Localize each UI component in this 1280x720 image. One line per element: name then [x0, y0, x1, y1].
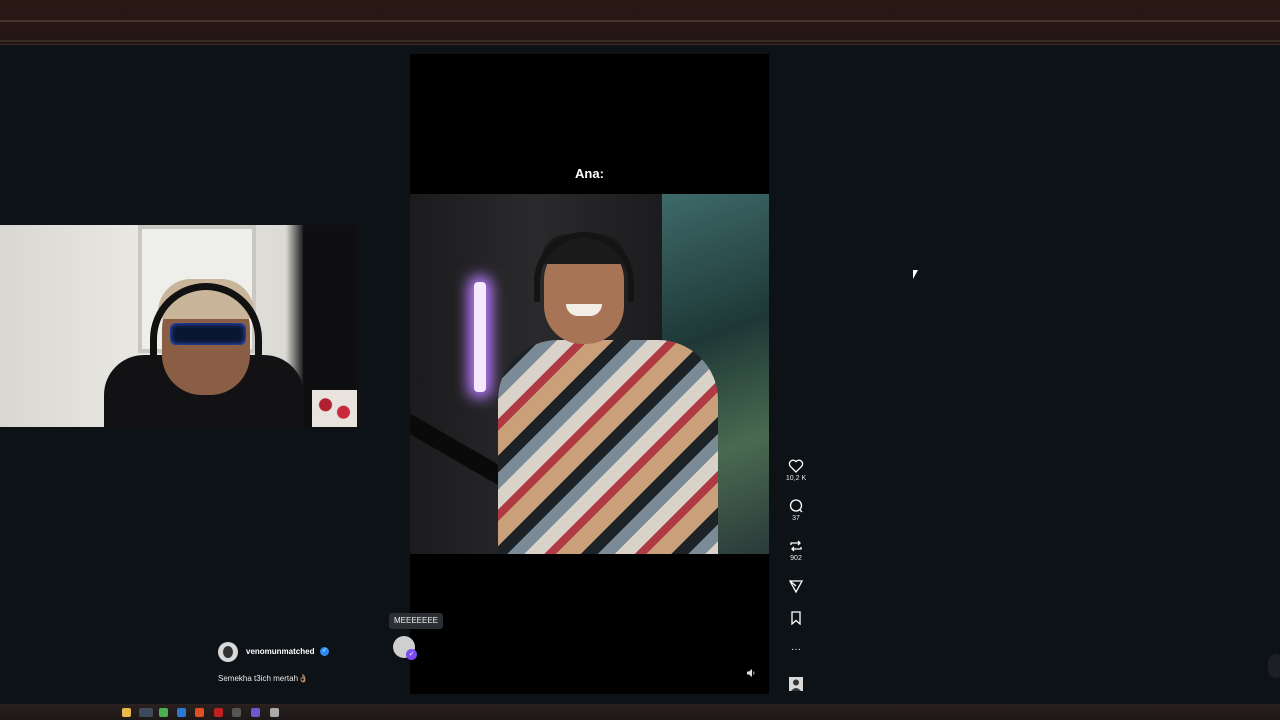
firefox-icon[interactable]: [195, 708, 204, 717]
badge-icon: ✓: [406, 649, 417, 660]
send-icon: [788, 580, 804, 594]
obs-icon[interactable]: [232, 708, 241, 717]
neon-light: [474, 282, 486, 392]
mouse-cursor-icon: [913, 270, 918, 279]
streamer: [104, 279, 304, 427]
avatar-icon: [789, 677, 803, 691]
comment-icon: [789, 499, 803, 513]
settings-icon[interactable]: [270, 708, 279, 717]
singer: [498, 230, 718, 554]
side-scroll-handle[interactable]: [1268, 654, 1280, 678]
file-explorer-icon[interactable]: [122, 708, 131, 717]
repost-button[interactable]: 902: [782, 538, 810, 562]
like-button[interactable]: 10,2 K: [782, 458, 810, 482]
photoshop-icon[interactable]: [177, 708, 186, 717]
streamer-glasses: [170, 323, 246, 345]
heart-icon: [788, 459, 804, 473]
commenter-avatar[interactable]: ✓: [393, 636, 417, 660]
comment-button[interactable]: 37: [782, 498, 810, 522]
top-bar-divider: [0, 20, 1280, 22]
bookmark-button[interactable]: [782, 610, 810, 626]
webcam-flowers: [312, 390, 357, 427]
singer-shirt: [498, 340, 718, 554]
opera-icon[interactable]: [214, 708, 223, 717]
video-caption: Ana:: [575, 166, 604, 181]
share-button[interactable]: [782, 578, 810, 594]
app-icon[interactable]: [159, 708, 168, 717]
author-avatar[interactable]: [218, 642, 238, 662]
bookmark-icon: [791, 611, 801, 626]
video-description: Semekha t3ich mertah👌🏽: [218, 674, 308, 683]
top-window-bar: [0, 0, 1280, 45]
video-frame[interactable]: [410, 194, 769, 554]
comment-bubble: MEEEEEEE: [389, 613, 444, 629]
discord-icon[interactable]: [251, 708, 260, 717]
more-options-button[interactable]: ···: [782, 642, 810, 658]
volume-icon[interactable]: [743, 668, 759, 684]
author-username[interactable]: venomunmatched: [246, 647, 314, 656]
video-player[interactable]: Ana:: [410, 54, 769, 694]
chrome-icon[interactable]: [139, 708, 153, 717]
webcam-overlay: [0, 225, 357, 427]
microphone: [410, 410, 510, 490]
like-count: 10,2 K: [785, 475, 807, 482]
comment-count: 37: [792, 515, 800, 522]
creator-avatar-button[interactable]: [782, 676, 810, 692]
taskbar: [0, 704, 1280, 720]
top-bar-divider-2: [0, 40, 1280, 42]
repost-icon: [790, 540, 802, 552]
verified-icon: ✓: [320, 647, 329, 656]
repost-count: 902: [790, 555, 802, 562]
